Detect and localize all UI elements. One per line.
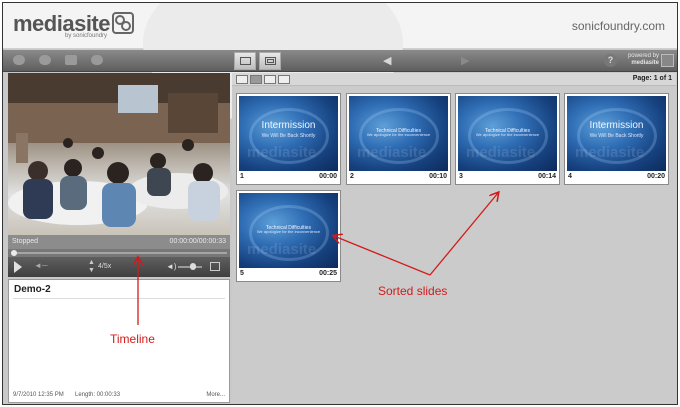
slide-thumbnail[interactable]: mediasite Technical Difficulties We apolog…	[455, 93, 560, 185]
slide-heading: Intermission	[261, 120, 316, 131]
slide-time: 00:25	[319, 270, 337, 277]
presentation-title: Demo-2	[14, 284, 51, 295]
player-status-bar: Stopped 00:00:00/00:00:33	[8, 235, 230, 249]
presentation-date: 9/7/2010 12:35 PM	[13, 392, 64, 398]
page-indicator: Page: 1 of 1	[632, 75, 672, 82]
captions-icon[interactable]	[65, 55, 77, 65]
timeline-annotation: Timeline	[110, 332, 155, 346]
single-view-icon	[240, 57, 251, 65]
slide-thumbnail[interactable]: mediasite Technical Difficulties We apolog…	[236, 190, 341, 282]
timeline-scrubber[interactable]	[11, 250, 17, 256]
slide-subheading: We apologize for the inconvenience	[475, 132, 540, 137]
mediasite-player-window: mediasite by sonicfoundry sonicfoundry.c…	[2, 2, 678, 405]
presentation-length: Length: 00:00:33	[75, 392, 121, 398]
help-icon[interactable]: ?	[604, 54, 617, 67]
slide-number: 4	[568, 173, 572, 180]
playback-time: 00:00:00/00:00:33	[169, 238, 226, 245]
info-divider	[13, 298, 225, 299]
slide-subheading: We apologize for the inconvenience	[366, 132, 431, 137]
player-controls: ◄─ ▲ ▼ 4/5x ◄)	[8, 257, 230, 277]
slide-number: 5	[240, 270, 244, 277]
powered-by-text: powered by	[627, 53, 659, 59]
fullscreen-icon[interactable]	[210, 262, 220, 271]
main-toolbar: ◀ ▶ ? powered by mediasite	[3, 50, 677, 72]
slide-watermark: mediasite	[247, 241, 317, 258]
slide-number: 2	[350, 173, 354, 180]
comment-icon[interactable]	[39, 55, 51, 65]
chat-icon[interactable]	[13, 55, 25, 65]
mediasite-logo-subtitle: by sonicfoundry	[65, 33, 108, 39]
view-slide-grid-button[interactable]	[259, 52, 281, 70]
volume-handle[interactable]	[190, 263, 196, 270]
slide-thumbnail[interactable]: mediasite Technical Difficulties We apolog…	[346, 93, 451, 185]
video-frame-image	[8, 73, 230, 227]
sonicfoundry-link[interactable]: sonicfoundry.com	[572, 19, 665, 33]
slide-heading: Intermission	[589, 120, 644, 131]
slide-image: mediasite Intermission We Will Be Back Sho…	[567, 96, 666, 171]
slide-subheading: We Will Be Back Shortly	[261, 133, 316, 139]
slide-image: mediasite Technical Difficulties We apolog…	[239, 193, 338, 268]
next-slide-icon[interactable]: ▶	[461, 54, 469, 67]
speed-stepper-icon[interactable]: ▲ ▼	[88, 259, 95, 275]
play-icon[interactable]	[14, 261, 22, 273]
previous-slide-icon[interactable]: ◀	[383, 54, 391, 67]
detail-view-icon[interactable]	[278, 75, 290, 84]
list-view-icon[interactable]	[236, 75, 248, 84]
powered-by-mediasite: powered by mediasite	[621, 53, 659, 67]
timeline[interactable]	[8, 249, 230, 257]
slide-time: 00:14	[538, 173, 556, 180]
rewind-icon[interactable]: ◄─	[34, 261, 48, 270]
video-player[interactable]	[8, 73, 230, 235]
slide-thumbnail[interactable]: mediasite Intermission We Will Be Back Sho…	[564, 93, 669, 185]
volume-icon[interactable]: ◄)	[166, 262, 177, 271]
slide-time: 00:20	[647, 173, 665, 180]
slide-thumbnail[interactable]: mediasite Intermission We Will Be Back Sho…	[236, 93, 341, 185]
slide-watermark: mediasite	[357, 144, 427, 161]
slide-image: mediasite Intermission We Will Be Back Sho…	[239, 96, 338, 171]
slide-time: 00:10	[429, 173, 447, 180]
slide-watermark: mediasite	[247, 144, 317, 161]
sorted-slides-annotation: Sorted slides	[378, 284, 448, 298]
mediasite-logo-icon	[112, 12, 134, 34]
view-single-slide-button[interactable]	[234, 52, 256, 70]
timeline-track[interactable]	[11, 252, 227, 254]
playback-status: Stopped	[12, 238, 39, 245]
slide-watermark: mediasite	[575, 144, 645, 161]
slide-watermark: mediasite	[466, 144, 536, 161]
slide-time: 00:00	[319, 173, 337, 180]
slide-image: mediasite Technical Difficulties We apolog…	[349, 96, 448, 171]
slide-subheading: We Will Be Back Shortly	[589, 133, 644, 139]
presentation-footer: 9/7/2010 12:35 PM Length: 00:00:33 More.…	[9, 390, 229, 402]
large-thumb-view-icon[interactable]	[250, 75, 262, 84]
slides-panel: Page: 1 of 1 mediasite Intermission We Wil…	[232, 73, 676, 403]
mediasite-mini-logo-icon	[661, 54, 674, 67]
playback-speed: 4/5x	[98, 263, 112, 270]
slides-toolbar: Page: 1 of 1	[232, 73, 676, 86]
slide-number: 3	[459, 173, 463, 180]
slide-subheading: We apologize for the inconvenience	[256, 229, 321, 234]
slide-image: mediasite Technical Difficulties We apolog…	[458, 96, 557, 171]
link-icon[interactable]	[91, 55, 103, 65]
grid-view-icon	[265, 57, 276, 65]
left-panel: Stopped 00:00:00/00:00:33 ◄─ ▲ ▼ 4/5x ◄) …	[8, 73, 230, 403]
small-thumb-view-icon[interactable]	[264, 75, 276, 84]
more-link[interactable]: More...	[206, 392, 225, 398]
header-bar: mediasite by sonicfoundry sonicfoundry.c…	[3, 3, 677, 123]
powered-brand-text: mediasite	[631, 60, 659, 66]
slide-number: 1	[240, 173, 244, 180]
